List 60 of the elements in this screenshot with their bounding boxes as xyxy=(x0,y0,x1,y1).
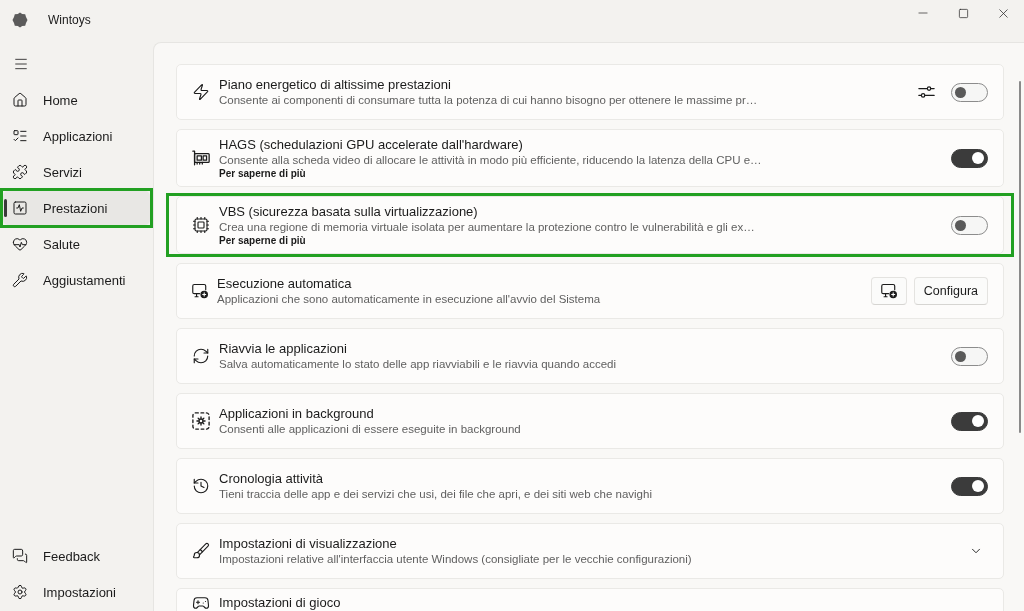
setting-description: Tieni traccia delle app e dei servizi che usi, dei file che apri, e dei siti web che navighi xyxy=(219,487,652,501)
setting-title: Riavvia le applicazioni xyxy=(219,341,347,357)
setting-description: Consente ai componenti di consumare tutta la potenza di cui hanno bisogno per ottenere le massime pr… xyxy=(219,93,758,107)
toggle-switch[interactable] xyxy=(951,82,988,102)
toggle-switch[interactable] xyxy=(951,148,988,168)
toggle-switch[interactable] xyxy=(951,346,988,366)
setting-description: Consenti alle applicazioni di essere eseguite in background xyxy=(219,422,521,436)
nav-item[interactable]: Servizi xyxy=(3,155,150,189)
monitor-plus-icon xyxy=(192,283,208,299)
nav-item[interactable]: Prestazioni xyxy=(3,191,150,225)
app-logo-icon xyxy=(12,12,28,28)
setting-description: Crea una regione di memoria virtuale isolata per aumentare la protezione contro le vulnerabilità e gli ex… xyxy=(219,220,755,234)
setting-title: HAGS (schedulazioni GPU accelerate dall'hardware) xyxy=(219,137,523,153)
chat-icon xyxy=(12,548,28,564)
nav-item[interactable]: Feedback xyxy=(3,539,150,573)
setting-description: Salva automaticamente lo stato delle app riavviabili e le riavvia quando accedi xyxy=(219,357,616,371)
nav-item[interactable]: Aggiustamenti xyxy=(3,263,150,297)
menu-icon xyxy=(13,56,29,72)
lightning-icon xyxy=(192,83,210,101)
wrench-icon xyxy=(12,272,28,288)
setting-description: Consente alla scheda video di allocare le attività in modo più efficiente, riducendo la latenza della CPU e… xyxy=(219,153,762,167)
toggle-switch[interactable] xyxy=(951,215,988,235)
nav-item[interactable]: Salute xyxy=(3,227,150,261)
scrollbar[interactable] xyxy=(1019,81,1021,433)
brush-icon xyxy=(192,542,210,560)
setting-title: Cronologia attività xyxy=(219,471,324,487)
configure-button[interactable]: Configura xyxy=(913,277,988,305)
setting-title: Esecuzione automatica xyxy=(217,276,352,292)
monitor-plus-icon xyxy=(880,283,897,299)
setting-title: Applicazioni in background xyxy=(219,406,374,422)
list-icon xyxy=(12,128,28,144)
learn-more-link[interactable]: Per saperne di più xyxy=(219,235,306,246)
setting-title: Impostazioni di gioco xyxy=(219,595,341,611)
setting-title: Piano energetico di altissime prestazioni xyxy=(219,77,451,93)
nav-item[interactable]: Impostazioni xyxy=(3,575,150,609)
selection-indicator-icon xyxy=(4,199,7,217)
nav-item[interactable]: Home xyxy=(3,83,150,117)
nav-item[interactable]: Applicazioni xyxy=(3,119,150,153)
heart-pulse-icon xyxy=(12,236,28,252)
settings-icon xyxy=(12,584,28,600)
activity-icon xyxy=(12,200,28,216)
window-title: Wintoys xyxy=(48,14,91,27)
refresh-icon xyxy=(192,347,210,365)
learn-more-link[interactable]: Per saperne di più xyxy=(219,168,306,179)
home-icon xyxy=(12,92,28,108)
gear-icon xyxy=(192,412,210,430)
setting-title: Impostazioni di visualizzazione xyxy=(219,536,397,552)
setting-title: VBS (sicurezza basata sulla virtualizzazione) xyxy=(219,204,478,220)
history-icon xyxy=(192,477,210,495)
maximize-icon xyxy=(957,7,969,19)
toggle-switch[interactable] xyxy=(951,411,988,431)
graphics-card-icon xyxy=(192,149,210,167)
gamepad-icon xyxy=(192,594,210,611)
toggle-switch[interactable] xyxy=(951,476,988,496)
setting-description: Applicazioni che sono automaticamente in esecuzione all'avvio del Sistema xyxy=(217,292,601,306)
setting-description: Impostazioni relative all'interfaccia utente Windows (consigliate per le vecchie configurazioni) xyxy=(219,552,692,566)
puzzle-icon xyxy=(12,164,28,180)
monitor-add-button[interactable] xyxy=(870,277,907,305)
chip-icon xyxy=(192,216,210,234)
sliders-icon[interactable] xyxy=(918,85,935,99)
